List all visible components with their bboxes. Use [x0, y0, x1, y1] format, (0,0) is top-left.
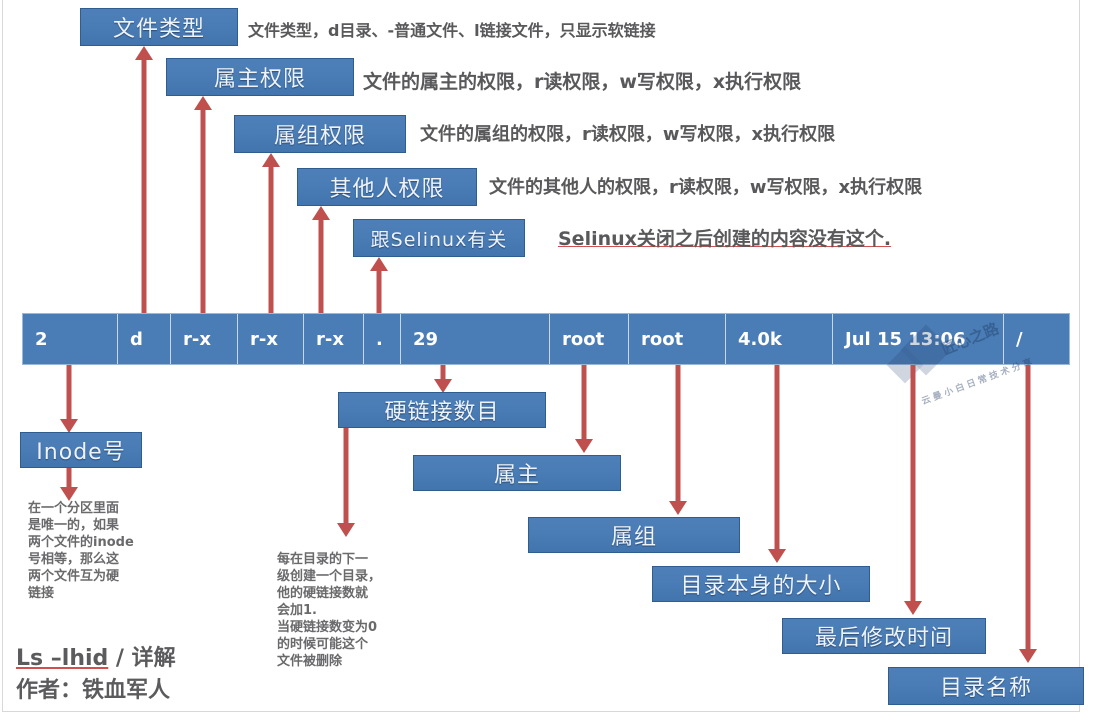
callout-box-selinux[interactable]: 跟Selinux有关: [353, 219, 525, 257]
footer-command: Ls –lhid: [16, 646, 109, 671]
explain-other-perm: 文件的其他人的权限，r读权限，w写权限，x执行权限: [489, 177, 923, 198]
callout-box-dir-name[interactable]: 目录名称: [888, 667, 1084, 705]
ls-cell-name[interactable]: /: [1004, 314, 1069, 364]
diagram-canvas: 文件类型 属主权限 属组权限 其他人权限 跟Selinux有关 文件类型，d目录…: [0, 0, 1095, 724]
arrow-down-group: [669, 365, 687, 515]
arrow-down-owner: [575, 365, 593, 453]
ls-cell-other-perm[interactable]: r-x: [304, 314, 364, 364]
ls-cell-selinux[interactable]: .: [364, 314, 401, 364]
arrow-down-hardlink-desc: [337, 425, 355, 537]
paragraph-line: 在一个分区里面: [28, 501, 120, 516]
ls-output-row: 2 d r-x r-x r-x . 29 root root 4.0k Jul …: [22, 313, 1070, 365]
ls-cell-size[interactable]: 4.0k: [726, 314, 833, 364]
ls-cell-file-type[interactable]: d: [118, 314, 171, 364]
arrow-up-selinux: [370, 257, 388, 313]
paragraph-line: 会加1.: [277, 603, 317, 618]
arrow-up-group-perm: [262, 153, 280, 313]
paragraph-line: 号相等，那么这: [28, 552, 120, 567]
callout-box-other-perm[interactable]: 其他人权限: [297, 168, 477, 206]
callout-box-owner[interactable]: 属主: [413, 455, 621, 491]
arrow-down-mtime: [904, 365, 922, 615]
arrow-down-name: [1019, 365, 1037, 663]
callout-box-hardlink-count[interactable]: 硬链接数目: [338, 392, 546, 428]
callout-box-owner-perm[interactable]: 属主权限: [166, 58, 354, 96]
ls-cell-group-perm[interactable]: r-x: [238, 314, 304, 364]
page-border-left: [2, 0, 3, 712]
footer-author: 作者：铁血军人: [16, 678, 171, 703]
arrow-up-file-type: [135, 46, 153, 313]
paragraph-line: 级创建一个目录，: [277, 569, 382, 584]
ls-cell-link-count[interactable]: 29: [401, 314, 550, 364]
callout-box-group[interactable]: 属组: [528, 517, 740, 553]
callout-box-dir-size[interactable]: 目录本身的大小: [652, 566, 870, 602]
explain-file-type: 文件类型，d目录、-普通文件、l链接文件，只显示软链接: [248, 21, 656, 40]
arrow-up-owner-perm: [194, 96, 212, 313]
arrow-down-size: [768, 365, 786, 563]
arrow-up-other-perm: [312, 206, 330, 313]
callout-box-mtime[interactable]: 最后修改时间: [782, 618, 986, 654]
paragraph-line: 链接: [28, 586, 55, 601]
callout-box-file-type[interactable]: 文件类型: [80, 8, 238, 46]
paragraph-line: 是唯一的，如果: [28, 518, 120, 533]
paragraph-line: 当硬链接数变为0: [277, 620, 378, 635]
page-border-right: [1079, 0, 1080, 712]
ls-cell-inode[interactable]: 2: [23, 314, 118, 364]
page-border-bottom: [2, 711, 1080, 712]
paragraph-line: 每在目录的下一: [277, 552, 369, 567]
arrow-down-inode-desc: [60, 463, 78, 501]
footer-title-line: Ls –lhid / 详解: [16, 640, 176, 672]
paragraph-line: 的时候可能这个: [277, 637, 369, 652]
ls-cell-mtime[interactable]: Jul 15 13:06: [833, 314, 1004, 364]
paragraph-hardlink-desc: 每在目录的下一 级创建一个目录， 他的硬链接数就 会加1. 当硬链接数变为0 的…: [277, 551, 427, 670]
ls-cell-owner[interactable]: root: [550, 314, 629, 364]
explain-group-perm: 文件的属组的权限，r读权限，w写权限，x执行权限: [420, 124, 836, 145]
ls-cell-group[interactable]: root: [629, 314, 726, 364]
callout-box-group-perm[interactable]: 属组权限: [234, 115, 406, 153]
explain-selinux: Selinux关闭之后创建的内容没有这个.: [558, 228, 892, 250]
paragraph-line: 他的硬链接数就: [277, 586, 369, 601]
paragraph-line: 两个文件的inode: [28, 535, 134, 550]
explain-owner-perm: 文件的属主的权限，r读权限，w写权限，x执行权限: [363, 71, 802, 93]
paragraph-line: 文件被删除: [277, 654, 343, 669]
arrow-down-inode: [60, 365, 78, 433]
ls-cell-owner-perm[interactable]: r-x: [171, 314, 238, 364]
callout-box-inode[interactable]: Inode号: [20, 432, 142, 468]
paragraph-inode-desc: 在一个分区里面 是唯一的，如果 两个文件的inode 号相等，那么这 两个文件互…: [28, 500, 168, 602]
arrow-down-link-count: [434, 365, 452, 393]
footer-title-rest: / 详解: [108, 646, 176, 671]
paragraph-line: 两个文件互为硬: [28, 569, 120, 584]
